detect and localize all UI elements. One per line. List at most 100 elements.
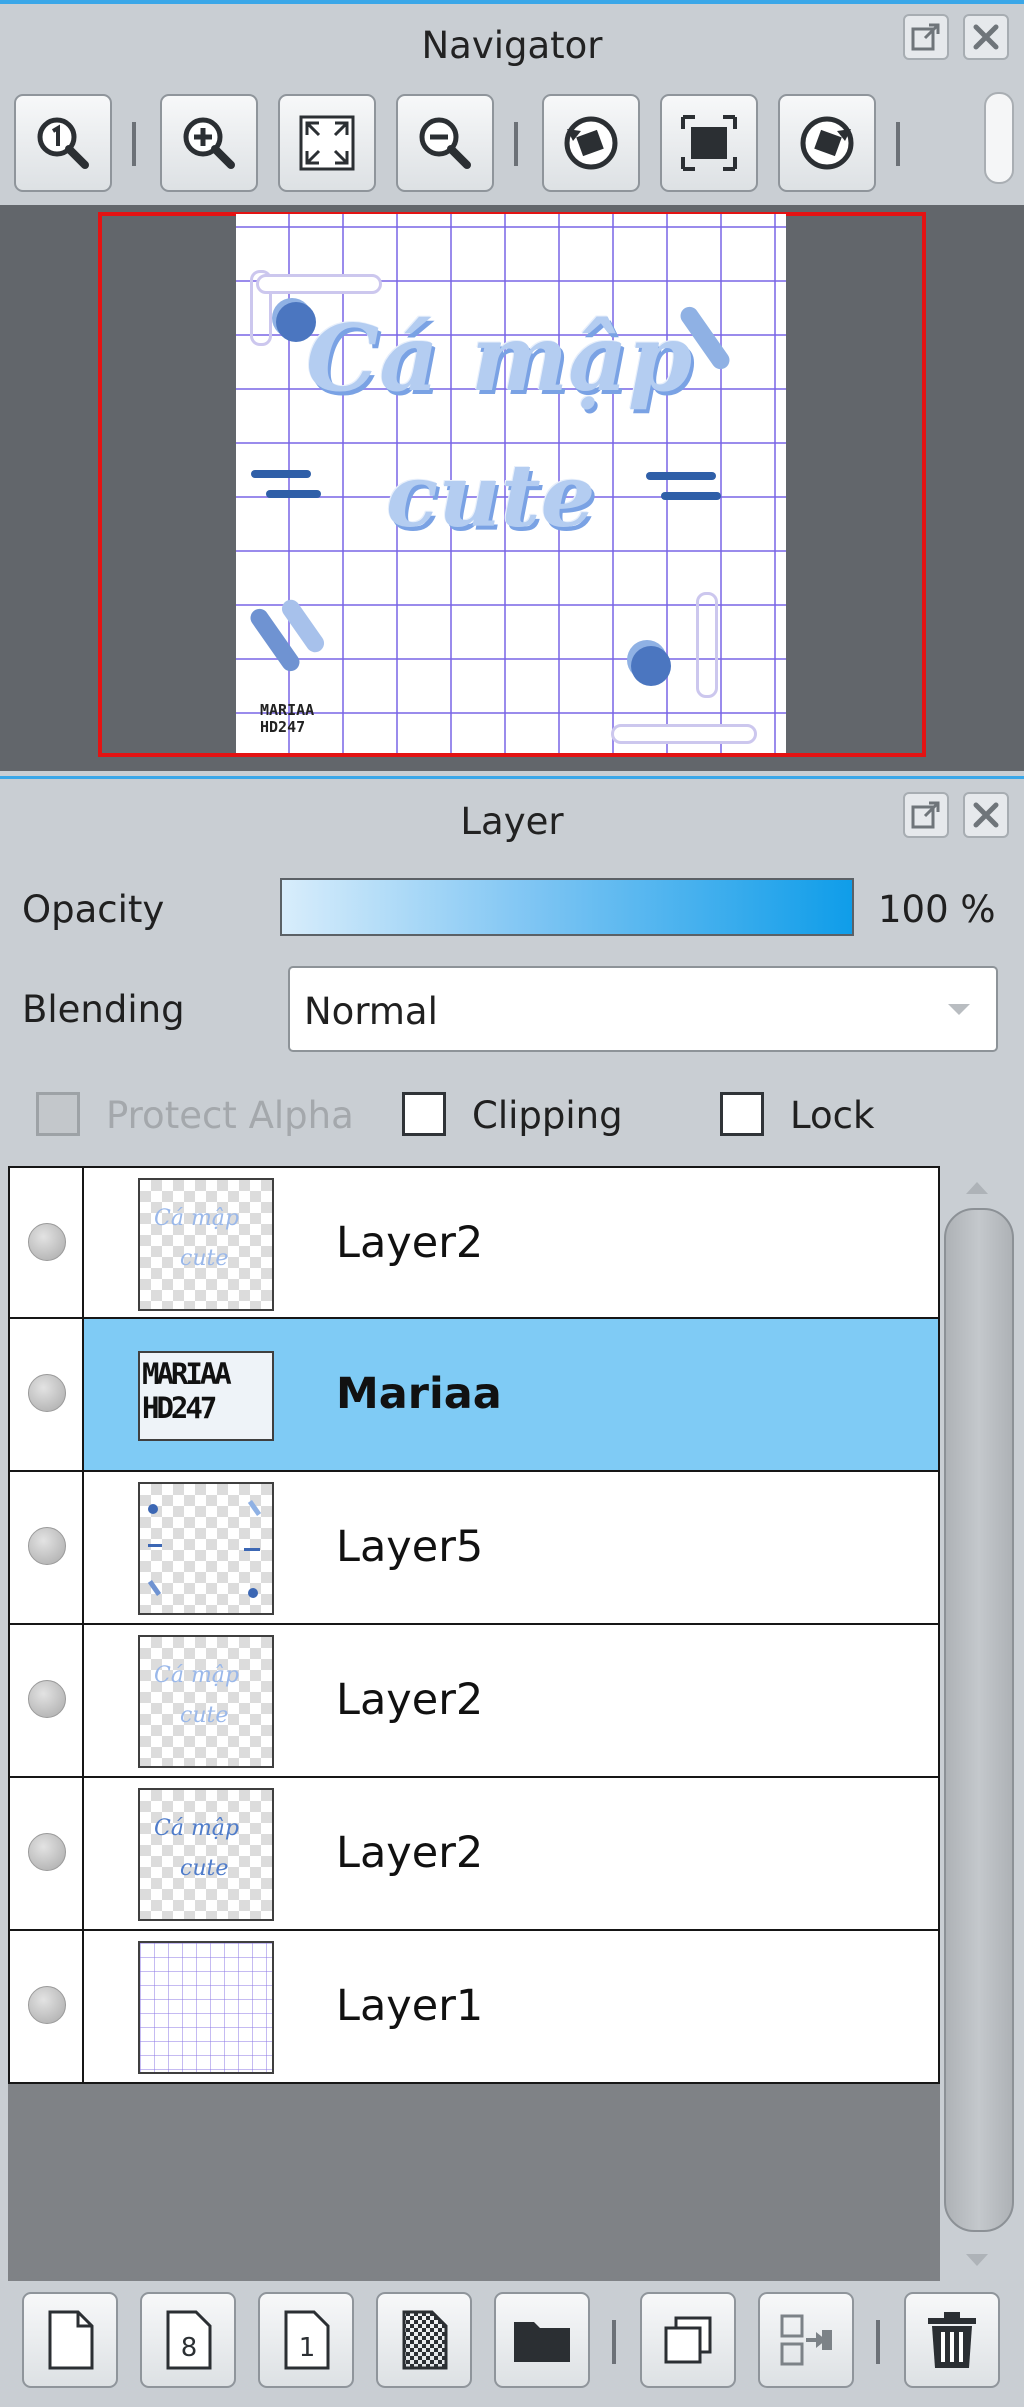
canvas-deco-capsule xyxy=(256,274,382,294)
delete-layer-button[interactable] xyxy=(904,2292,1000,2388)
visibility-cell[interactable] xyxy=(10,1168,84,1317)
visibility-toggle-icon[interactable] xyxy=(28,1527,66,1565)
layer-row[interactable]: Layer1 xyxy=(8,1931,940,2084)
thumb-watermark: MARIAA HD247 xyxy=(142,1357,232,1425)
svg-text:8: 8 xyxy=(181,2333,198,2363)
rotate-left-button[interactable] xyxy=(542,94,640,192)
layer-list: Cá mập cute Layer2 MARIAA HD247 Mariaa L… xyxy=(8,1166,940,2281)
zoom-in-button[interactable] xyxy=(160,94,258,192)
visibility-cell[interactable] xyxy=(10,1472,84,1623)
watermark-line1: MARIAA xyxy=(260,701,315,719)
layer-name: Layer5 xyxy=(336,1522,484,1572)
close-button[interactable] xyxy=(963,14,1009,60)
opacity-label: Opacity xyxy=(22,888,165,931)
thumb-stroke xyxy=(244,1548,260,1551)
visibility-toggle-icon[interactable] xyxy=(28,1680,66,1718)
lock-label: Lock xyxy=(790,1094,875,1137)
panel-top-accent xyxy=(0,0,1024,4)
fit-window-icon xyxy=(299,115,355,171)
thumb-stroke xyxy=(147,1580,162,1596)
visibility-cell[interactable] xyxy=(10,1319,84,1470)
rotate-right-icon xyxy=(800,116,854,170)
toolbar-scrollbar[interactable] xyxy=(984,92,1014,184)
undock-icon xyxy=(911,23,940,51)
layer-undock-button[interactable] xyxy=(903,792,949,838)
new-halftone-layer-button[interactable] xyxy=(376,2292,472,2388)
new-1bit-layer-icon: 1 xyxy=(284,2310,330,2370)
layer-thumbnail: Cá mập cute xyxy=(138,1635,274,1768)
layer-thumbnail: Cá mập cute xyxy=(138,1788,274,1921)
layer-thumbnail xyxy=(138,1941,274,2074)
duplicate-layer-button[interactable] xyxy=(640,2292,736,2388)
undock-button[interactable] xyxy=(903,14,949,60)
thumb-text: cute xyxy=(180,1856,229,1881)
layer-row[interactable]: Cá mập cute Layer2 xyxy=(8,1166,940,1319)
layer-panel-title: Layer xyxy=(460,800,564,843)
watermark-line2: HD247 xyxy=(260,718,306,736)
zoom-out-icon xyxy=(419,117,471,169)
zoom-out-button[interactable] xyxy=(396,94,494,192)
actual-size-button[interactable] xyxy=(660,94,758,192)
thumb-text: cute xyxy=(180,1246,229,1271)
visibility-cell[interactable] xyxy=(10,1931,84,2082)
rotate-right-button[interactable] xyxy=(778,94,876,192)
canvas-deco-dot xyxy=(631,646,671,686)
lock-checkbox[interactable] xyxy=(720,1092,764,1136)
visibility-toggle-icon[interactable] xyxy=(28,1986,66,2024)
new-1bit-layer-button[interactable]: 1 xyxy=(258,2292,354,2388)
undock-icon xyxy=(911,801,940,829)
merge-down-icon xyxy=(780,2314,832,2366)
layer-row[interactable]: Cá mập cute Layer2 xyxy=(8,1778,940,1931)
layer-name: Layer2 xyxy=(336,1828,484,1878)
protect-alpha-checkbox[interactable] xyxy=(36,1092,80,1136)
visibility-cell[interactable] xyxy=(10,1625,84,1776)
scroll-down-icon[interactable] xyxy=(962,2252,992,2270)
layer-row[interactable]: Layer5 xyxy=(8,1472,940,1625)
canvas-deco-capsule xyxy=(611,724,757,744)
layer-thumbnail: MARIAA HD247 xyxy=(138,1351,274,1441)
thumb-text: Cá mập xyxy=(154,1663,240,1688)
visibility-cell[interactable] xyxy=(10,1778,84,1929)
canvas-deco-stroke xyxy=(251,470,311,478)
layer-name: Layer2 xyxy=(336,1675,484,1725)
zoom-in-icon xyxy=(183,117,235,169)
opacity-value: 100 % xyxy=(878,888,996,931)
canvas-deco-stroke xyxy=(646,472,716,480)
toolbar-separator xyxy=(896,122,900,166)
thumb-stroke xyxy=(247,1500,262,1516)
scrollbar-thumb[interactable] xyxy=(944,1208,1014,2232)
visibility-toggle-icon[interactable] xyxy=(28,1223,66,1261)
thumb-text: Cá mập xyxy=(154,1816,240,1841)
zoom-reset-button[interactable] xyxy=(14,94,112,192)
canvas-preview[interactable]: Cá mập cute MARIAA HD247 xyxy=(236,214,786,753)
visibility-toggle-icon[interactable] xyxy=(28,1833,66,1871)
layer-row-selected[interactable]: MARIAA HD247 Mariaa xyxy=(8,1319,940,1472)
svg-text:1: 1 xyxy=(299,2333,316,2363)
merge-down-button[interactable] xyxy=(758,2292,854,2388)
canvas-deco-capsule xyxy=(696,592,718,698)
new-folder-icon xyxy=(514,2322,570,2362)
fit-window-button[interactable] xyxy=(278,94,376,192)
new-8bit-layer-button[interactable]: 8 xyxy=(140,2292,236,2388)
blending-value: Normal xyxy=(304,990,438,1033)
duplicate-layer-icon xyxy=(664,2316,712,2364)
layer-thumbnail: Cá mập cute xyxy=(138,1178,274,1311)
layer-row[interactable]: Cá mập cute Layer2 xyxy=(8,1625,940,1778)
layer-close-button[interactable] xyxy=(963,792,1009,838)
new-folder-button[interactable] xyxy=(494,2292,590,2388)
canvas-deco-stroke xyxy=(266,490,321,498)
delete-layer-icon xyxy=(928,2312,976,2368)
clipping-checkbox[interactable] xyxy=(402,1092,446,1136)
layer-thumbnail xyxy=(138,1482,274,1615)
blending-select[interactable]: Normal xyxy=(288,966,998,1052)
thumb-watermark-line2: HD247 xyxy=(142,1391,217,1425)
canvas-watermark: MARIAA HD247 xyxy=(260,702,314,736)
opacity-slider[interactable] xyxy=(280,878,854,936)
scroll-up-icon[interactable] xyxy=(962,1178,992,1196)
thumb-dot xyxy=(148,1504,158,1514)
toolbar-separator xyxy=(132,122,136,166)
new-layer-button[interactable] xyxy=(22,2292,118,2388)
canvas-title-line2: cute xyxy=(386,446,596,547)
visibility-toggle-icon[interactable] xyxy=(28,1374,66,1412)
layer-name: Layer1 xyxy=(336,1981,484,2031)
